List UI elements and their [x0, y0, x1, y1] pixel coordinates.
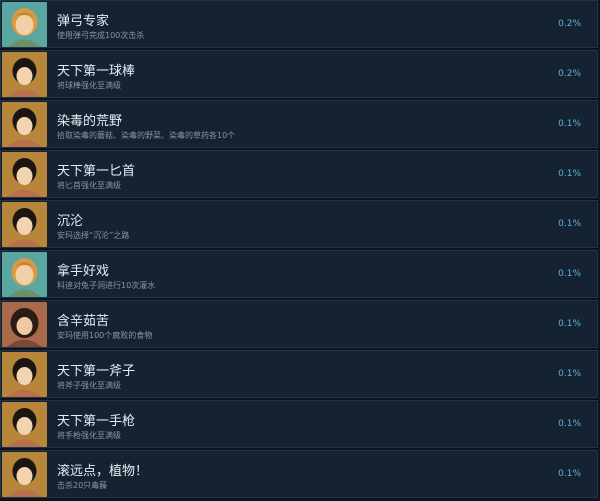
achievement-row[interactable]: 含辛茹苦 安玛使用100个腐败的食物 0.1% [0, 300, 598, 348]
achievement-description: 科迪对兔子洞进行10次灌水 [57, 281, 156, 290]
dark-haired-boy-icon [2, 202, 47, 247]
achievement-percent: 0.1% [558, 269, 581, 279]
achievement-title: 含辛茹苦 [57, 314, 110, 329]
achievement-description: 将手枪强化至满级 [57, 431, 121, 440]
achievement-percent: 0.2% [558, 69, 581, 79]
achievement-list: 弹弓专家 使用弹弓完成100次击杀 0.2% 天下第一球棒 将球棒强化至满级 0… [0, 0, 600, 501]
achievement-row[interactable]: 弹弓专家 使用弹弓完成100次击杀 0.2% [0, 0, 598, 48]
achievement-title: 沉沦 [57, 214, 84, 229]
achievement-title: 染毒的荒野 [57, 114, 123, 129]
achievement-description: 将匕首强化至满级 [57, 181, 121, 190]
achievement-row[interactable]: 天下第一匕首 将匕首强化至满级 0.1% [0, 150, 598, 198]
achievement-description: 使用弹弓完成100次击杀 [57, 31, 145, 40]
achievement-title: 弹弓专家 [57, 14, 110, 29]
dark-haired-boy-icon [2, 152, 47, 197]
blonde-girl-icon [2, 2, 47, 47]
dark-haired-girl-icon [2, 302, 47, 347]
achievement-description: 拾取染毒的蘑菇、染毒的野菜、染毒的草药各10个 [57, 131, 236, 140]
dark-haired-boy-icon [2, 452, 47, 497]
achievement-row[interactable]: 沉沦 安玛选择“沉沦”之路 0.1% [0, 200, 598, 248]
achievement-row[interactable]: 染毒的荒野 拾取染毒的蘑菇、染毒的野菜、染毒的草药各10个 0.1% [0, 100, 598, 148]
achievement-title: 拿手好戏 [57, 264, 110, 279]
dark-haired-boy-icon [2, 102, 47, 147]
achievement-title: 天下第一手枪 [57, 414, 136, 429]
achievement-percent: 0.1% [558, 169, 581, 179]
achievement-title: 天下第一斧子 [57, 364, 136, 379]
achievement-percent: 0.1% [558, 319, 581, 329]
achievement-percent: 0.1% [558, 219, 581, 229]
achievement-description: 将斧子强化至满级 [57, 381, 121, 390]
achievement-row[interactable]: 天下第一球棒 将球棒强化至满级 0.2% [0, 50, 598, 98]
dark-haired-boy-icon [2, 352, 47, 397]
achievement-percent: 0.1% [558, 419, 581, 429]
achievement-title: 天下第一球棒 [57, 64, 136, 79]
achievement-title: 滚远点，植物！ [57, 464, 149, 479]
achievement-percent: 0.2% [558, 19, 581, 29]
achievement-title: 天下第一匕首 [57, 164, 136, 179]
achievement-percent: 0.1% [558, 369, 581, 379]
achievement-description: 安玛使用100个腐败的食物 [57, 331, 153, 340]
dark-haired-boy-icon [2, 402, 47, 447]
achievement-row[interactable]: 天下第一斧子 将斧子强化至满级 0.1% [0, 350, 598, 398]
achievement-percent: 0.1% [558, 469, 581, 479]
achievement-description: 安玛选择“沉沦”之路 [57, 231, 130, 240]
achievement-row[interactable]: 天下第一手枪 将手枪强化至满级 0.1% [0, 400, 598, 448]
achievement-description: 将球棒强化至满级 [57, 81, 121, 90]
blonde-girl-icon [2, 252, 47, 297]
dark-haired-boy-icon [2, 52, 47, 97]
achievement-row[interactable]: 拿手好戏 科迪对兔子洞进行10次灌水 0.1% [0, 250, 598, 298]
achievement-description: 击杀20只毒藤 [57, 481, 108, 490]
achievement-percent: 0.1% [558, 119, 581, 129]
achievement-row[interactable]: 滚远点，植物！ 击杀20只毒藤 0.1% [0, 450, 598, 498]
